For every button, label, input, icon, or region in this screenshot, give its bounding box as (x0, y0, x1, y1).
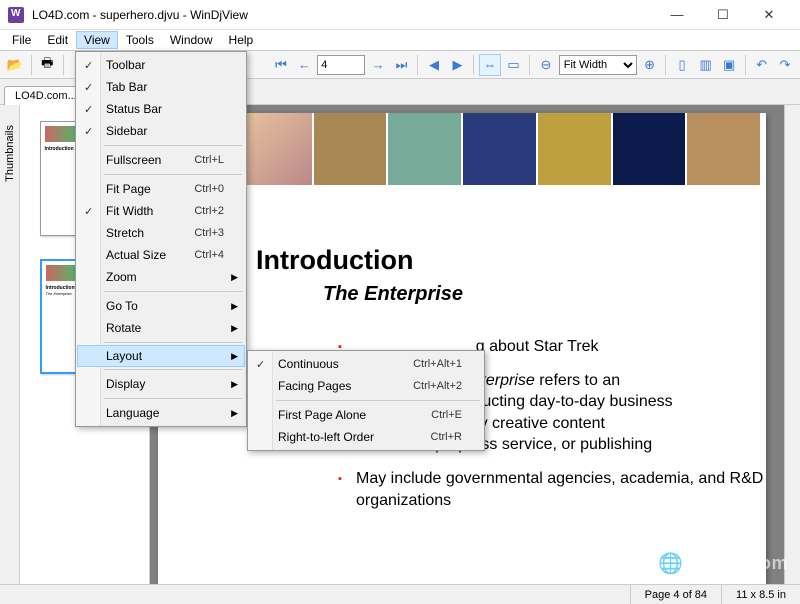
menu-item-continuous[interactable]: ✓ContinuousCtrl+Alt+1 (250, 353, 482, 375)
zoom-select[interactable]: Fit Width (559, 55, 637, 75)
close-button[interactable]: ✕ (746, 0, 792, 30)
menu-item-facing[interactable]: Facing PagesCtrl+Alt+2 (250, 375, 482, 397)
prev-page-icon[interactable]: ← (294, 54, 316, 76)
maximize-button[interactable]: ☐ (700, 0, 746, 30)
next-page-icon[interactable]: → (367, 54, 389, 76)
statusbar: Page 4 of 84 11 x 8.5 in (0, 584, 800, 604)
menu-item-fitwidth[interactable]: ✓Fit WidthCtrl+2 (78, 200, 244, 222)
back-icon[interactable]: ◀ (423, 54, 445, 76)
menu-item-rotate[interactable]: Rotate▶ (78, 317, 244, 339)
layout-submenu-popup: ✓ContinuousCtrl+Alt+1 Facing PagesCtrl+A… (247, 350, 485, 451)
layout-continuous-icon[interactable]: ▥ (695, 54, 717, 76)
titlebar: LO4D.com - superhero.djvu - WinDjView — … (0, 0, 800, 30)
menu-item-goto[interactable]: Go To▶ (78, 295, 244, 317)
menu-file[interactable]: File (4, 31, 39, 49)
menubar: File Edit View Tools Window Help (0, 30, 800, 51)
menu-item-sidebar[interactable]: ✓Sidebar (78, 120, 244, 142)
menu-help[interactable]: Help (221, 31, 262, 49)
menu-item-stretch[interactable]: StretchCtrl+3 (78, 222, 244, 244)
watermark: 🌐 LO4D.com (654, 546, 788, 580)
separator (104, 342, 242, 343)
menu-item-fitpage[interactable]: Fit PageCtrl+0 (78, 178, 244, 200)
rotate-right-icon[interactable]: ↷ (774, 54, 796, 76)
separator (104, 369, 242, 370)
menu-item-fullscreen[interactable]: FullscreenCtrl+L (78, 149, 244, 171)
minimize-button[interactable]: — (654, 0, 700, 30)
menu-item-statusbar[interactable]: ✓Status Bar (78, 98, 244, 120)
app-icon (8, 7, 24, 23)
menu-item-toolbar[interactable]: ✓Toolbar (78, 54, 244, 76)
layout-single-icon[interactable]: ▯ (671, 54, 693, 76)
menu-item-zoom[interactable]: Zoom▶ (78, 266, 244, 288)
separator (665, 55, 666, 75)
menu-item-layout[interactable]: Layout▶ (77, 345, 245, 367)
menu-item-display[interactable]: Display▶ (78, 373, 244, 395)
menu-item-actualsize[interactable]: Actual SizeCtrl+4 (78, 244, 244, 266)
separator (104, 174, 242, 175)
menu-item-firstalone[interactable]: First Page AloneCtrl+E (250, 404, 482, 426)
page-heading: Introduction (256, 245, 413, 276)
menu-edit[interactable]: Edit (39, 31, 76, 49)
zoom-out-icon[interactable]: ⊖ (535, 54, 557, 76)
separator (529, 55, 530, 75)
menu-view[interactable]: View (76, 31, 118, 49)
separator (473, 55, 474, 75)
separator (63, 55, 64, 75)
vertical-scrollbar[interactable] (784, 105, 800, 584)
globe-icon: 🌐 (654, 546, 688, 580)
menu-window[interactable]: Window (162, 31, 221, 49)
separator (745, 55, 746, 75)
separator (417, 55, 418, 75)
rotate-left-icon[interactable]: ↶ (751, 54, 773, 76)
menu-item-rtl[interactable]: Right-to-left OrderCtrl+R (250, 426, 482, 448)
separator (276, 400, 480, 401)
fit-page-icon[interactable]: ▭ (503, 54, 525, 76)
separator (31, 55, 32, 75)
menu-item-tabbar[interactable]: ✓Tab Bar (78, 76, 244, 98)
sidebar-tab[interactable]: Thumbnails (0, 105, 20, 584)
open-icon[interactable]: 📂 (4, 54, 26, 76)
chevron-right-icon: ▶ (231, 272, 238, 283)
chevron-right-icon: ▶ (231, 351, 238, 362)
status-dimensions: 11 x 8.5 in (721, 585, 800, 604)
list-item: May include governmental agencies, acade… (338, 468, 766, 511)
page-number-input[interactable] (317, 55, 365, 75)
zoom-in-icon[interactable]: ⊕ (639, 54, 661, 76)
print-icon[interactable]: 🖶 (36, 54, 58, 76)
page-subheading: The Enterprise (323, 283, 766, 306)
chevron-right-icon: ▶ (231, 408, 238, 419)
window-title: LO4D.com - superhero.djvu - WinDjView (32, 8, 654, 22)
view-menu-popup: ✓Toolbar ✓Tab Bar ✓Status Bar ✓Sidebar F… (75, 51, 247, 427)
document-page: Adobe Introduction The Enterprise We are… (158, 113, 766, 584)
separator (104, 398, 242, 399)
menu-tools[interactable]: Tools (118, 31, 162, 49)
banner (158, 113, 766, 185)
separator (104, 145, 242, 146)
chevron-right-icon: ▶ (231, 323, 238, 334)
sidebar-label: Thumbnails (4, 125, 16, 182)
last-page-icon[interactable]: ⏭ (391, 54, 413, 76)
fit-width-icon[interactable]: ⇔ (479, 54, 501, 76)
forward-icon[interactable]: ▶ (447, 54, 469, 76)
status-page: Page 4 of 84 (630, 585, 721, 604)
menu-item-language[interactable]: Language▶ (78, 402, 244, 424)
first-page-icon[interactable]: ⏮ (270, 54, 292, 76)
chevron-right-icon: ▶ (231, 301, 238, 312)
separator (104, 291, 242, 292)
layout-facing-icon[interactable]: ▣ (718, 54, 740, 76)
chevron-right-icon: ▶ (231, 379, 238, 390)
